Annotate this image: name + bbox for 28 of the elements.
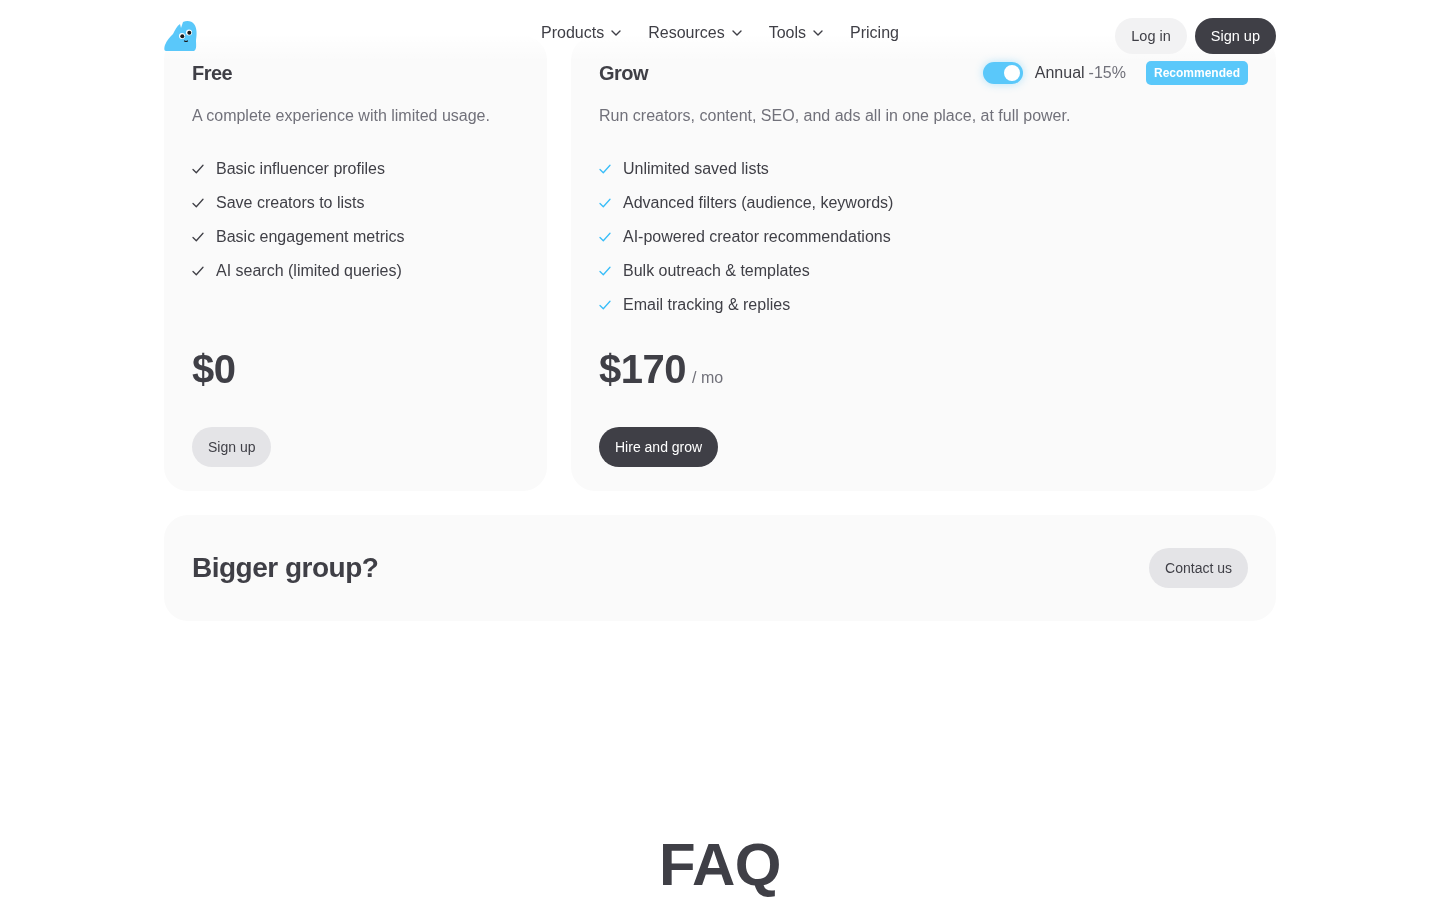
feature-text: Advanced filters (audience, keywords) [623, 193, 894, 213]
plan-name: Free [192, 61, 233, 85]
nav-link[interactable]: Pricing [850, 23, 899, 43]
feature-text: Basic engagement metrics [216, 227, 405, 247]
billing-label: Annual [1034, 63, 1085, 83]
feature-text: Save creators to lists [216, 193, 365, 213]
log-in-button[interactable]: Log in [1115, 18, 1187, 54]
feature-text: Unlimited saved lists [623, 159, 769, 179]
plan-description: Run creators, content, SEO, and ads all in one place, at full power. [599, 106, 1072, 126]
feature-text: AI-powered creator recommendations [623, 227, 891, 247]
price-period: / mo [692, 368, 724, 388]
banner-title: Bigger group? [192, 551, 379, 585]
contact-button[interactable]: Contact us [1149, 548, 1248, 588]
feature-text: Email tracking & replies [623, 295, 791, 315]
feature-text: Bulk outreach & templates [623, 261, 810, 281]
feature-text: Basic influencer profiles [216, 159, 385, 179]
price-amount: $0 [192, 347, 236, 391]
recommended-badge: Recommended [1145, 61, 1248, 85]
hire-button[interactable]: Hire and grow [599, 427, 719, 467]
plan-description: A complete experience with limited usage. [192, 106, 491, 126]
plan-name: Grow [599, 61, 649, 85]
faq-heading: FAQ [658, 835, 782, 895]
sign-up-button[interactable]: Sign up [1194, 18, 1276, 54]
price-amount: $170 [599, 347, 686, 391]
billing-toggle[interactable] [982, 62, 1023, 84]
discount-text: -15% [1088, 63, 1126, 83]
sign-up-button[interactable]: Sign up [192, 427, 272, 467]
feature-text: AI search (limited queries) [216, 261, 402, 281]
